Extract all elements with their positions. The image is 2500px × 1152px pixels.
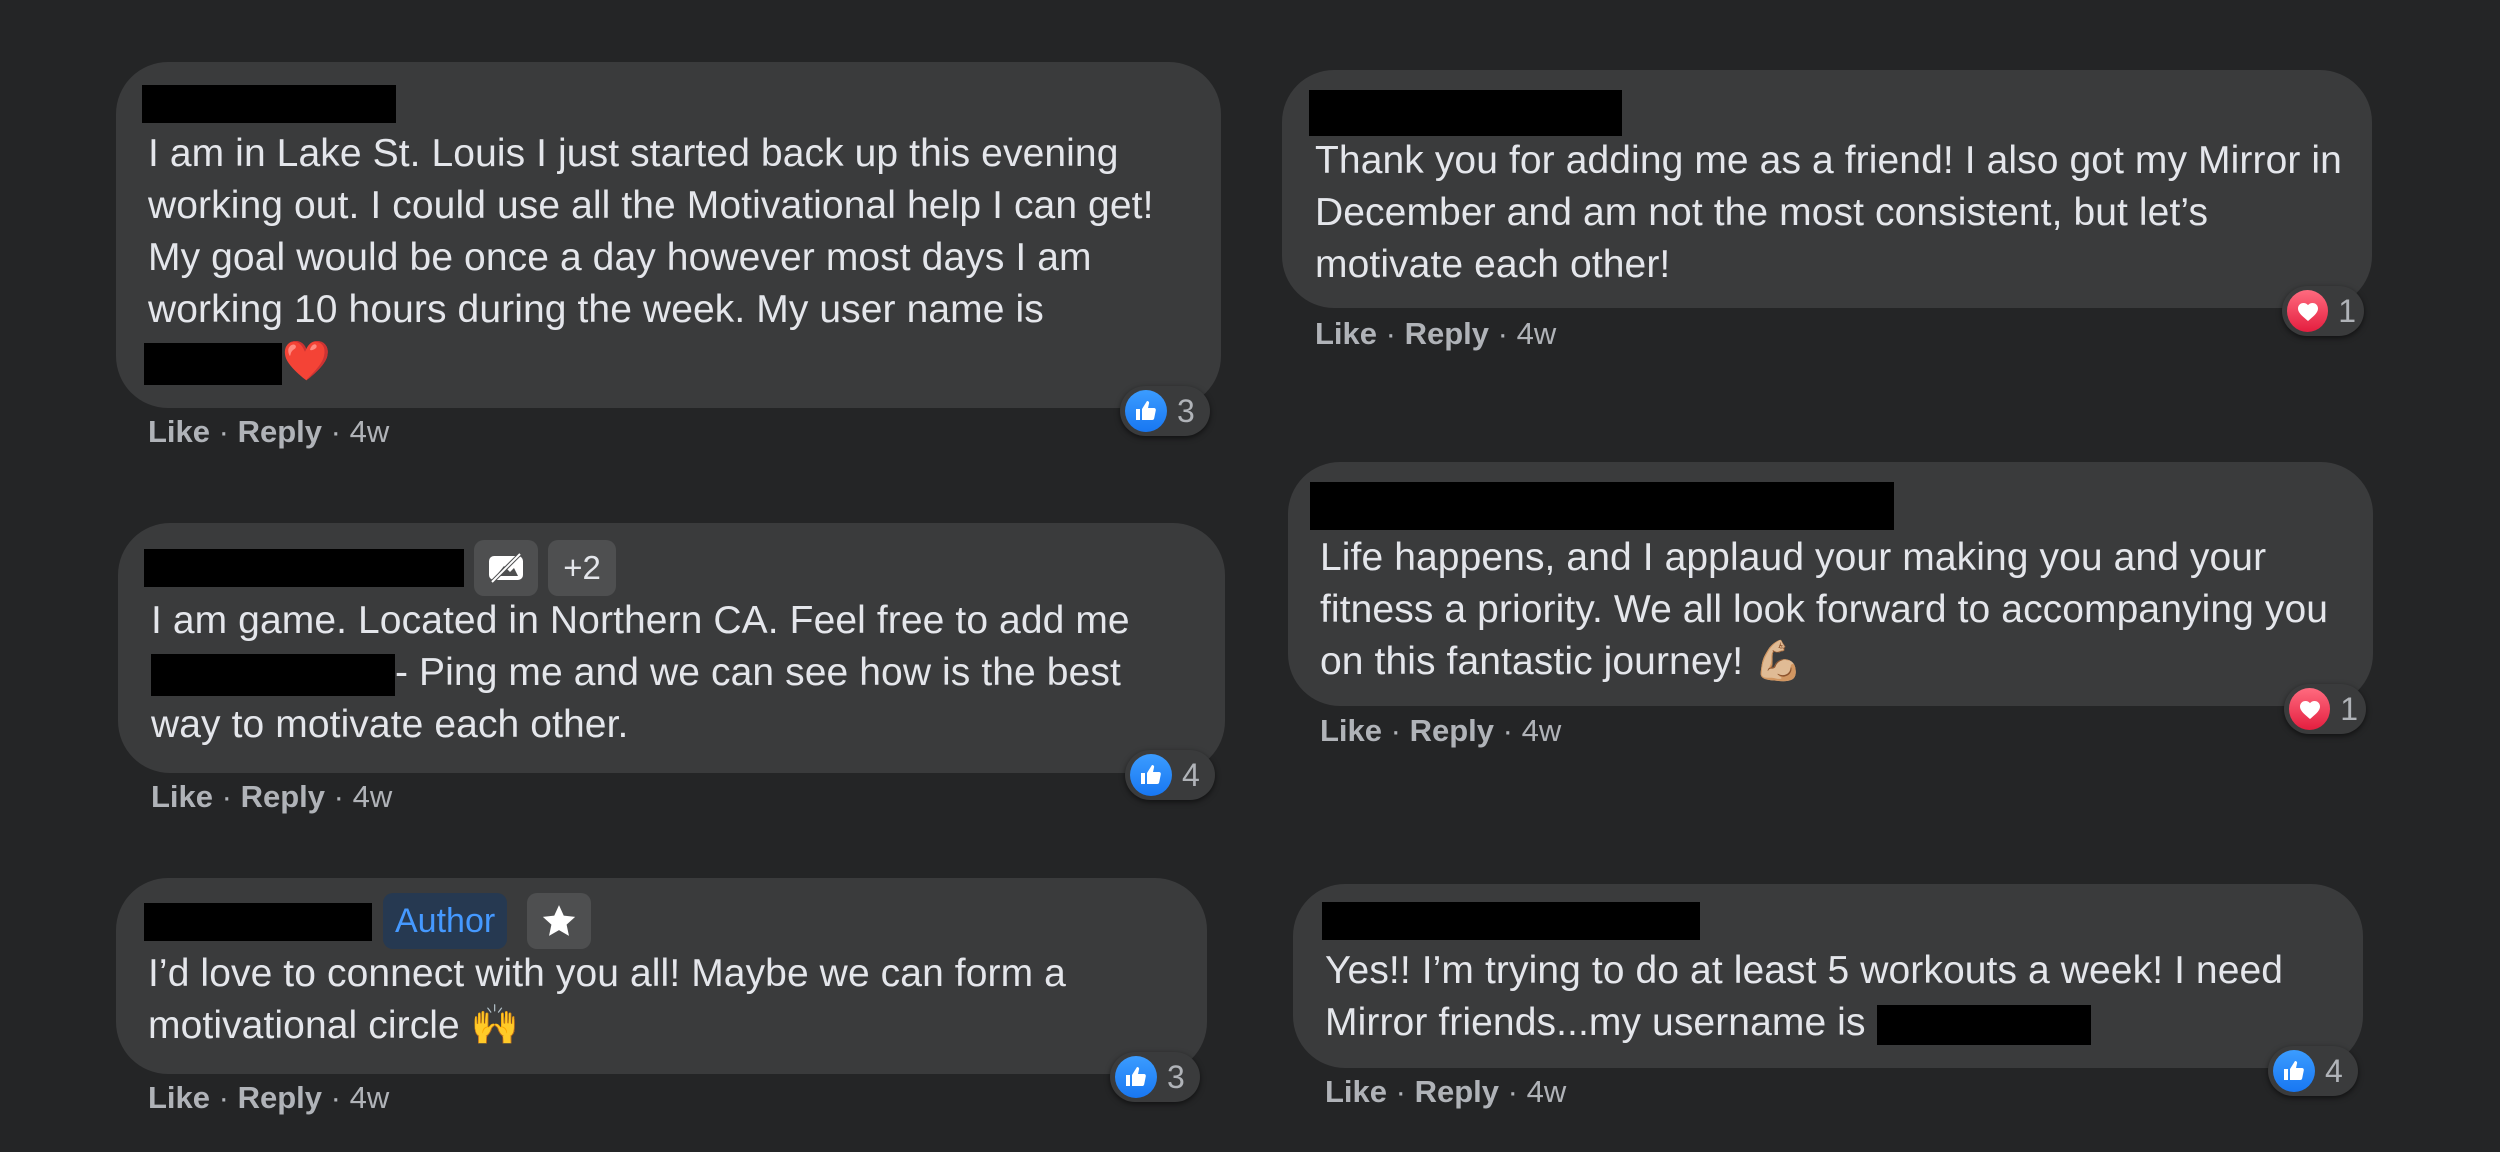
reply-action[interactable]: Reply xyxy=(1410,713,1494,748)
reply-action[interactable]: Reply xyxy=(241,779,325,814)
reaction-summary[interactable]: 4 xyxy=(1125,750,1215,800)
comment-author-name-redacted[interactable] xyxy=(1322,902,1700,940)
like-icon xyxy=(1130,754,1172,796)
username-redacted xyxy=(151,653,395,696)
timestamp[interactable]: 4w xyxy=(1527,1074,1567,1109)
separator: · xyxy=(333,779,344,814)
comment-author-name-redacted[interactable] xyxy=(142,85,396,123)
separator: · xyxy=(218,414,229,449)
reaction-count: 4 xyxy=(2325,1052,2343,1089)
reply-action[interactable]: Reply xyxy=(238,414,322,449)
reaction-count: 3 xyxy=(1177,392,1195,429)
like-action[interactable]: Like xyxy=(148,1080,210,1115)
like-icon xyxy=(2273,1050,2315,1092)
separator: · xyxy=(330,414,341,449)
timestamp[interactable]: 4w xyxy=(350,414,390,449)
comment-actions: Like · Reply · 4w xyxy=(148,414,389,450)
heart-icon xyxy=(2287,290,2329,332)
more-badges[interactable]: +2 xyxy=(548,540,616,596)
separator: · xyxy=(1390,713,1401,748)
comment-actions: Like · Reply · 4w xyxy=(148,1080,389,1116)
reaction-summary[interactable]: 4 xyxy=(2268,1046,2358,1096)
reply-action[interactable]: Reply xyxy=(1415,1074,1499,1109)
reaction-summary[interactable]: 1 xyxy=(2282,286,2364,336)
timestamp[interactable]: 4w xyxy=(350,1080,390,1115)
comment-actions: Like · Reply · 4w xyxy=(1315,316,1556,352)
comment-text: Yes!! I’m trying to do at least 5 workou… xyxy=(1325,949,2284,1045)
separator: · xyxy=(1502,713,1513,748)
reply-action[interactable]: Reply xyxy=(1405,316,1489,351)
timestamp[interactable]: 4w xyxy=(1522,713,1562,748)
like-action[interactable]: Like xyxy=(1320,713,1382,748)
like-icon xyxy=(1125,390,1167,432)
member-badge[interactable] xyxy=(474,540,538,596)
comment-text: Life happens, and I applaud your making … xyxy=(1320,536,2329,683)
reaction-summary[interactable]: 1 xyxy=(2284,684,2366,734)
comment-text: I’d love to connect with you all! Maybe … xyxy=(148,952,1066,1047)
author-badge: Author xyxy=(383,893,508,949)
separator: · xyxy=(1385,316,1396,351)
comment-author-name-redacted[interactable] xyxy=(144,903,372,941)
comment-actions: Like · Reply · 4w xyxy=(1325,1074,1566,1110)
comment-author-name-redacted[interactable] xyxy=(1309,90,1622,136)
username-redacted xyxy=(144,342,282,385)
timestamp[interactable]: 4w xyxy=(353,779,393,814)
separator: · xyxy=(218,1080,229,1115)
comment-text: Thank you for adding me as a friend! I a… xyxy=(1315,139,2342,286)
comment-author-name-redacted[interactable] xyxy=(144,549,464,587)
top-fan-badge[interactable] xyxy=(527,893,591,949)
separator: · xyxy=(1507,1074,1518,1109)
like-action[interactable]: Like xyxy=(1315,316,1377,351)
username-redacted xyxy=(1876,1004,2091,1045)
like-action[interactable]: Like xyxy=(151,779,213,814)
comment-actions: Like · Reply · 4w xyxy=(151,779,392,815)
separator: · xyxy=(1497,316,1508,351)
heart-emoji: ❤️ xyxy=(282,340,331,383)
heart-icon xyxy=(2289,688,2331,730)
like-action[interactable]: Like xyxy=(148,414,210,449)
star-icon xyxy=(542,905,576,936)
timestamp[interactable]: 4w xyxy=(1517,316,1557,351)
reaction-count: 4 xyxy=(1182,756,1200,793)
like-icon xyxy=(1115,1056,1157,1098)
comment-text: I am game. Located in Northern CA. Feel … xyxy=(151,599,1130,746)
comment-actions: Like · Reply · 4w xyxy=(1320,713,1561,749)
comment-text: I am in Lake St. Louis I just started ba… xyxy=(144,128,1198,388)
reaction-summary[interactable]: 3 xyxy=(1110,1052,1200,1102)
reply-action[interactable]: Reply xyxy=(238,1080,322,1115)
reaction-count: 1 xyxy=(2340,690,2358,727)
separator: · xyxy=(1395,1074,1406,1109)
reaction-count: 1 xyxy=(2338,292,2356,329)
no-video-icon xyxy=(489,552,523,584)
separator: · xyxy=(221,779,232,814)
reaction-count: 3 xyxy=(1167,1058,1185,1095)
like-action[interactable]: Like xyxy=(1325,1074,1387,1109)
separator: · xyxy=(330,1080,341,1115)
comment-author-name-redacted[interactable] xyxy=(1310,482,1894,530)
reaction-summary[interactable]: 3 xyxy=(1120,386,1210,436)
